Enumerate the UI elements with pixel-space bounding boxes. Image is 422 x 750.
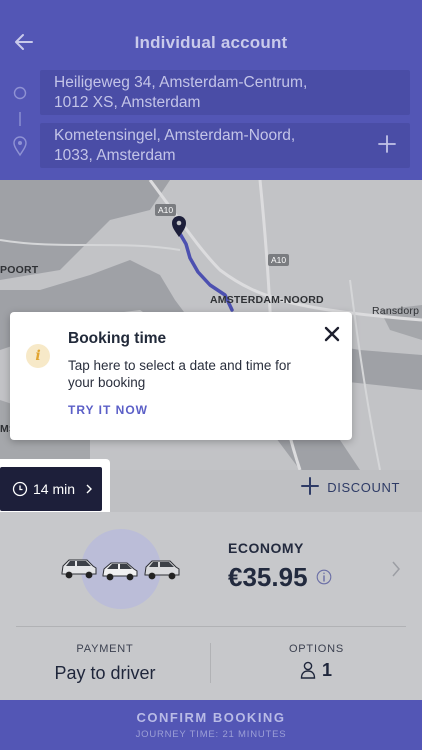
page-title: Individual account [134,33,288,52]
discount-button[interactable]: DISCOUNT [301,477,400,495]
discount-label: DISCOUNT [327,480,400,495]
chevron-right-icon[interactable] [391,560,401,578]
map-label-ransdorp: Ransdorp [372,305,420,317]
dropoff-address-line2: 1033, Amsterdam [54,147,176,164]
map-label-amsterdam-noord: AMSTERDAM-NOORD [210,294,324,306]
pickup-address-field[interactable]: Heiligeweg 34, Amsterdam-Centrum, 1012 X… [40,70,410,115]
options-passenger-count[interactable]: 1 [322,660,332,681]
dropoff-address-field[interactable]: Kometensingel, Amsterdam-Noord, 1033, Am… [40,123,410,168]
car-icon [102,562,138,581]
header: Individual account Heiligeweg 34, Amster… [0,0,422,180]
car-icon [144,560,180,580]
try-it-now-link[interactable]: TRY IT NOW [68,403,148,417]
popover-title: Booking time [68,330,167,347]
clock-icon [12,481,28,497]
options-label: OPTIONS [288,643,345,655]
confirm-booking-button[interactable]: CONFIRM BOOKING JOURNEY TIME: 21 MINUTES [0,700,422,750]
info-italic-icon: i [26,344,50,368]
booking-time-value: 14 min [33,481,76,497]
destination-pin-icon [172,216,186,237]
road-tag-a10-right: A10 [268,254,290,266]
person-icon [300,661,316,679]
map-label-poort: POORT [0,264,39,276]
plus-icon [301,477,320,495]
vehicle-class: ECONOMY [228,540,304,556]
dropoff-address-line1: Kometensingel, Amsterdam-Noord, [54,127,296,144]
payment-label: PAYMENT [76,643,134,655]
journey-time-label: JOURNEY TIME: 21 MINUTES [135,729,287,740]
close-icon[interactable] [324,326,340,342]
booking-time-button[interactable]: 14 min [0,467,102,511]
car-icon [61,559,97,579]
confirm-booking-label: CONFIRM BOOKING [136,710,286,725]
chevron-right-icon [86,484,92,494]
pickup-address-line1: Heiligeweg 34, Amsterdam-Centrum, [54,74,308,91]
info-circle-icon[interactable] [316,569,332,585]
route-indicator-icon [13,86,27,157]
popover-body: Tap here to select a date and time for y… [68,358,291,390]
pickup-address-line2: 1012 XS, Amsterdam [54,94,201,111]
add-stop-plus-icon[interactable] [378,135,396,153]
booking-time-popover: i Booking time Tap here to select a date… [10,312,352,440]
road-tag-a10-top: A10 [155,204,177,216]
divider [16,626,406,627]
payment-method-button[interactable]: Pay to driver [0,663,210,684]
fare-price: €35.95 [228,562,308,592]
